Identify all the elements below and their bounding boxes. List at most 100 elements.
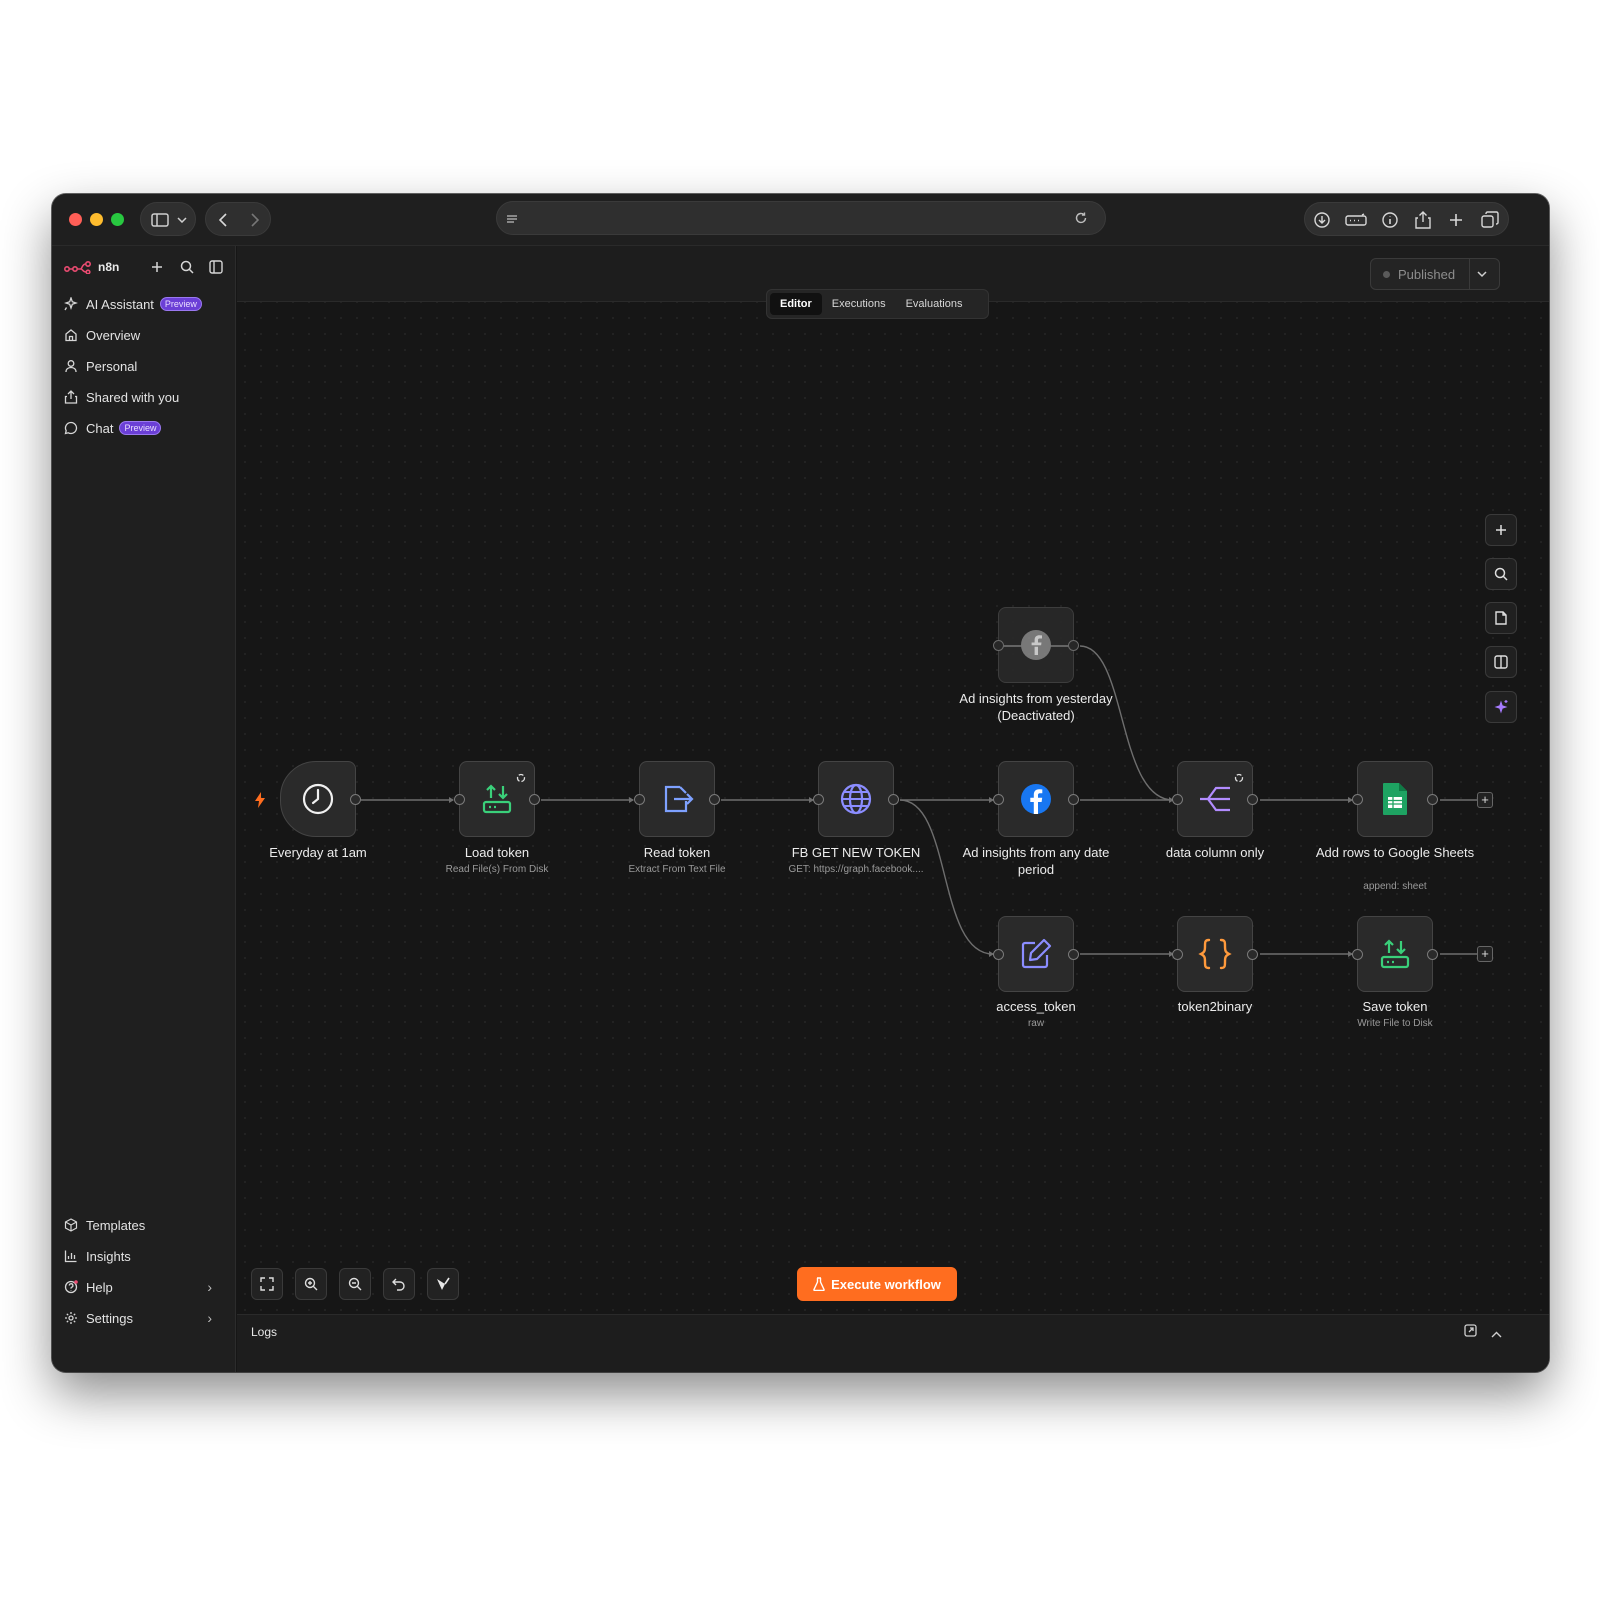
fit-view-icon — [260, 1277, 274, 1291]
sidebar-item-overview[interactable]: Overview — [64, 324, 140, 346]
node-ad-insights-from-yesterday[interactable] — [993, 607, 1079, 683]
tidy-up-button[interactable] — [427, 1268, 459, 1300]
home-icon — [65, 329, 77, 342]
output-port[interactable] — [1068, 794, 1079, 805]
address-bar[interactable] — [496, 201, 1106, 235]
collapse-sidebar-button[interactable] — [206, 256, 226, 278]
input-port[interactable] — [634, 794, 645, 805]
node-everyday-at-1am[interactable] — [280, 761, 361, 837]
input-port[interactable] — [1352, 794, 1363, 805]
undo-button[interactable] — [383, 1268, 415, 1300]
reader-icon — [505, 212, 519, 230]
deactivated-strike — [1003, 645, 1071, 647]
input-port[interactable] — [1172, 794, 1183, 805]
node-token2binary[interactable] — [1172, 916, 1258, 992]
password-icon[interactable] — [1339, 203, 1373, 237]
output-port[interactable] — [1068, 949, 1079, 960]
node-ad-insights-any-date[interactable] — [993, 761, 1079, 837]
n8n-logo-icon — [64, 260, 91, 274]
sidebar-item-insights[interactable]: Insights — [64, 1245, 131, 1267]
output-port[interactable] — [350, 794, 361, 805]
info-icon[interactable] — [1373, 203, 1407, 237]
tabs-overview-icon[interactable] — [1473, 203, 1507, 237]
node-save-token[interactable] — [1352, 916, 1438, 992]
sidebar-item-chat[interactable]: Chat Preview — [64, 417, 162, 439]
minimize-window-button[interactable] — [90, 213, 103, 226]
sidebar-toggle-button[interactable] — [140, 202, 196, 236]
workflow-canvas[interactable]: Published Editor Executions Evaluations — [237, 246, 1549, 1372]
node-data-column-only[interactable] — [1172, 761, 1258, 837]
output-port[interactable] — [1427, 949, 1438, 960]
chevron-right-icon: › — [207, 1279, 212, 1295]
trigger-bolt-icon — [254, 792, 266, 813]
sidebar-item-label: Chat — [86, 420, 114, 436]
zoom-in-button[interactable] — [295, 1268, 327, 1300]
add-next-node-button[interactable]: + — [1477, 946, 1493, 962]
node-fb-get-new-token[interactable] — [813, 761, 899, 837]
sidebar-item-shared-with-you[interactable]: Shared with you — [64, 386, 179, 408]
input-port[interactable] — [1352, 949, 1363, 960]
input-port[interactable] — [1172, 949, 1183, 960]
new-tab-icon[interactable] — [1439, 203, 1473, 237]
download-icon[interactable] — [1305, 203, 1339, 237]
search-button[interactable] — [177, 256, 197, 278]
sparkle-icon — [64, 297, 78, 311]
n8n-logo[interactable]: n8n — [64, 256, 119, 278]
pop-out-icon[interactable] — [1464, 1324, 1477, 1342]
chevron-up-icon[interactable] — [1491, 1326, 1502, 1344]
output-port[interactable] — [1247, 794, 1258, 805]
execute-workflow-label: Execute workflow — [831, 1276, 941, 1292]
input-port[interactable] — [993, 640, 1004, 651]
refresh-icon — [1234, 770, 1244, 788]
node-label: Read token — [643, 845, 711, 860]
input-port[interactable] — [813, 794, 824, 805]
browser-actions — [1304, 202, 1509, 236]
preview-badge: Preview — [119, 421, 162, 435]
output-port[interactable] — [709, 794, 720, 805]
back-icon[interactable] — [206, 203, 240, 237]
node-subtitle: raw — [1027, 1018, 1045, 1029]
sidebar-item-settings[interactable]: Settings › — [64, 1307, 224, 1329]
input-port[interactable] — [993, 949, 1004, 960]
node-label: Everyday at 1am — [269, 845, 367, 860]
sidebar-item-label: Shared with you — [86, 389, 180, 405]
sidebar-item-help[interactable]: Help › — [64, 1276, 224, 1298]
logs-panel[interactable]: Logs — [237, 1314, 1549, 1372]
fit-view-button[interactable] — [251, 1268, 283, 1300]
code-braces-icon — [1198, 938, 1232, 970]
chevron-down-icon — [165, 203, 199, 237]
add-next-node-button[interactable]: + — [1477, 792, 1493, 808]
node-add-rows-google-sheets[interactable] — [1352, 761, 1438, 837]
output-port[interactable] — [888, 794, 899, 805]
facebook-icon — [1021, 784, 1051, 814]
reload-icon[interactable] — [1073, 210, 1089, 231]
execute-workflow-button[interactable]: Execute workflow — [797, 1267, 957, 1301]
node-subtitle: GET: https://graph.facebook.... — [788, 864, 924, 875]
close-window-button[interactable] — [69, 213, 82, 226]
globe-icon — [840, 783, 872, 815]
zoom-in-icon — [304, 1277, 318, 1291]
node-label: data column only — [1165, 845, 1265, 860]
sidebar-item-templates[interactable]: Templates — [64, 1214, 145, 1236]
help-icon — [64, 1280, 78, 1294]
output-port[interactable] — [1247, 949, 1258, 960]
node-load-token[interactable] — [454, 761, 540, 837]
share-icon[interactable] — [1406, 203, 1440, 237]
output-port[interactable] — [1427, 794, 1438, 805]
zoom-out-icon — [348, 1277, 362, 1291]
sidebar-item-ai-assistant[interactable]: AI Assistant Preview — [64, 293, 202, 315]
output-port[interactable] — [529, 794, 540, 805]
chat-icon — [64, 421, 78, 435]
panel-icon — [209, 260, 223, 274]
zoom-out-button[interactable] — [339, 1268, 371, 1300]
maximize-window-button[interactable] — [111, 213, 124, 226]
output-port[interactable] — [1068, 640, 1079, 651]
sidebar-item-personal[interactable]: Personal — [64, 355, 137, 377]
node-access-token[interactable] — [993, 916, 1079, 992]
create-button[interactable] — [147, 256, 167, 278]
forward-icon[interactable] — [238, 203, 272, 237]
input-port[interactable] — [454, 794, 465, 805]
node-read-token[interactable] — [634, 761, 720, 837]
input-port[interactable] — [993, 794, 1004, 805]
sidebar-item-label: AI Assistant — [86, 296, 154, 312]
